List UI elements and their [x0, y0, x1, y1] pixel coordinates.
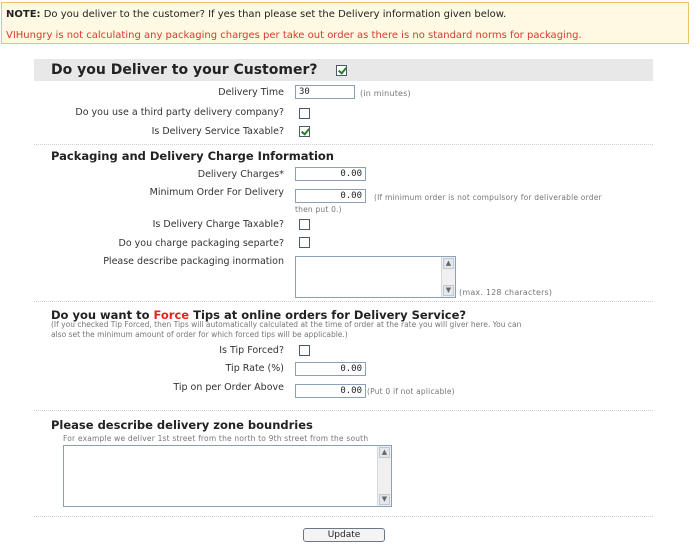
packaging-section-title: Packaging and Delivery Charge Informatio…: [51, 149, 334, 163]
tips-description: (If you checked Tip Forced, then Tips wi…: [51, 320, 522, 339]
tip-forced-checkbox[interactable]: [299, 345, 310, 356]
tip-above-note: (Put 0 if not aplicable): [367, 387, 455, 396]
packaging-separate-label: Do you charge packaging separte?: [118, 238, 284, 249]
notice-line-1: NOTE: Do you deliver to the customer? If…: [6, 9, 507, 20]
service-taxable-checkbox[interactable]: [299, 126, 310, 137]
page-title: Do you Deliver to your Customer?: [51, 62, 318, 78]
update-button[interactable]: Update: [303, 528, 385, 542]
scroll-down-icon[interactable]: ▼: [443, 285, 454, 296]
delivery-time-input[interactable]: [295, 85, 355, 99]
notice-box: NOTE: Do you deliver to the customer? If…: [1, 2, 689, 44]
textarea-scrollbar[interactable]: ▲ ▼: [441, 257, 455, 297]
textarea-scrollbar[interactable]: ▲ ▼: [377, 446, 391, 506]
delivery-time-unit: (in minutes): [360, 89, 411, 98]
divider: [34, 516, 653, 517]
zone-textarea[interactable]: ▲ ▼: [63, 445, 392, 507]
tip-forced-label: Is Tip Forced?: [219, 345, 284, 356]
min-order-note: (If minimum order is not compulsory for …: [374, 193, 602, 202]
divider: [34, 144, 653, 145]
divider: [34, 301, 653, 302]
min-order-label: Minimum Order For Delivery: [149, 187, 284, 198]
service-taxable-label: Is Delivery Service Taxable?: [151, 126, 284, 137]
third-party-label: Do you use a third party delivery compan…: [75, 107, 284, 118]
scroll-up-icon[interactable]: ▲: [379, 447, 390, 458]
form-header: Do you Deliver to your Customer?: [34, 59, 653, 81]
tip-above-input[interactable]: [295, 384, 366, 398]
deliver-checkbox[interactable]: [336, 65, 347, 76]
packaging-textarea[interactable]: ▲ ▼: [295, 256, 456, 298]
max-chars-note: (max. 128 characters): [459, 288, 553, 297]
zone-section-title: Please describe delivery zone boundries: [51, 418, 313, 432]
delivery-charges-input[interactable]: [295, 167, 366, 181]
divider: [34, 410, 653, 411]
tip-rate-input[interactable]: [295, 362, 366, 376]
packaging-separate-checkbox[interactable]: [299, 237, 310, 248]
charge-taxable-label: Is Delivery Charge Taxable?: [152, 219, 284, 230]
packaging-describe-label: Please describe packaging inormation: [103, 256, 284, 267]
zone-example: For example we deliver 1st street from t…: [63, 434, 369, 443]
tip-rate-label: Tip Rate (%): [225, 363, 284, 374]
delivery-time-label: Delivery Time: [218, 87, 284, 98]
delivery-charges-label: Delivery Charges*: [197, 169, 284, 180]
min-order-note-2: then put 0.): [295, 205, 342, 214]
tip-above-label: Tip on per Order Above: [173, 382, 284, 393]
third-party-checkbox[interactable]: [299, 108, 310, 119]
scroll-down-icon[interactable]: ▼: [379, 494, 390, 505]
min-order-input[interactable]: [295, 189, 366, 203]
charge-taxable-checkbox[interactable]: [299, 219, 310, 230]
scroll-up-icon[interactable]: ▲: [443, 258, 454, 269]
delivery-form: Do you Deliver to your Customer? Deliver…: [34, 56, 654, 544]
notice-line-2: VIHungry is not calculating any packagin…: [6, 30, 582, 41]
